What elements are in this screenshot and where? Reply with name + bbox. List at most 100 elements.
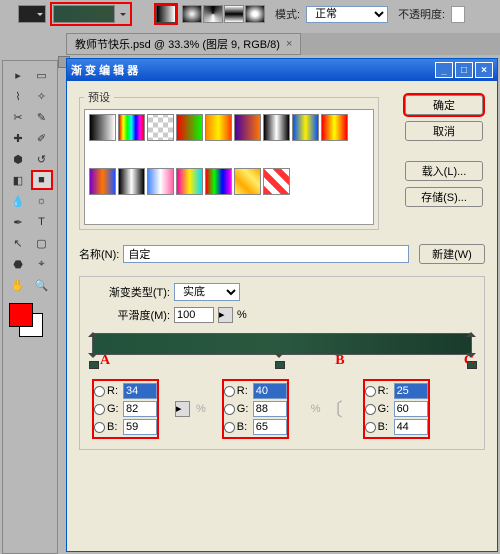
opacity-stop-left[interactable] (88, 323, 98, 333)
eyedropper-tool[interactable]: ✎ (31, 107, 53, 127)
wand-tool[interactable]: ✧ (31, 86, 53, 106)
preset-swatch[interactable] (321, 114, 348, 141)
pen-tool[interactable]: ✒ (7, 212, 29, 232)
healing-tool[interactable]: ✚ (7, 128, 29, 148)
pct-ghost-b: % (311, 403, 321, 415)
eraser-tool[interactable]: ◧ (7, 170, 29, 190)
radio-r-b[interactable] (224, 386, 235, 397)
preset-swatch[interactable] (89, 114, 116, 141)
preset-swatch[interactable] (263, 114, 290, 141)
move-tool[interactable]: ▸ (7, 65, 29, 85)
shape-tool[interactable]: ▢ (31, 233, 53, 253)
ok-button[interactable]: 确定 (405, 95, 483, 115)
preset-swatch[interactable] (176, 114, 203, 141)
opacity-input[interactable] (451, 6, 465, 23)
lasso-tool[interactable]: ⌇ (7, 86, 29, 106)
g-label: G: (107, 403, 121, 415)
b-input-c[interactable] (394, 419, 428, 435)
radio-r-c[interactable] (365, 386, 376, 397)
tools-panel: ▸ ▭ ⌇ ✧ ✂ ✎ ✚ ✐ ⬢ ↺ ◧ ■ 💧 ☼ ✒ T ↖ ▢ ⬣ ⌖ … (2, 60, 58, 554)
minimize-icon[interactable]: _ (435, 62, 453, 78)
path-select-tool[interactable]: ↖ (7, 233, 29, 253)
preset-swatch[interactable] (205, 168, 232, 195)
close-icon[interactable]: × (475, 62, 493, 78)
gradient-name-input[interactable] (123, 245, 409, 263)
radio-g-a[interactable] (94, 404, 105, 415)
stamp-tool[interactable]: ⬢ (7, 149, 29, 169)
presets-list[interactable] (84, 109, 374, 225)
radio-b-a[interactable] (94, 422, 105, 433)
radio-b-c[interactable] (365, 422, 376, 433)
linear-gradient-button[interactable] (156, 5, 176, 23)
marquee-tool[interactable]: ▭ (31, 65, 53, 85)
opacity-label: 不透明度: (398, 6, 445, 22)
cancel-button[interactable]: 取消 (405, 121, 483, 141)
new-button[interactable]: 新建(W) (419, 244, 485, 264)
3d-tool[interactable]: ⬣ (7, 254, 29, 274)
rgb-group-c-highlight: R: G: B: (363, 379, 430, 439)
preset-swatch[interactable] (205, 114, 232, 141)
history-brush-tool[interactable]: ↺ (31, 149, 53, 169)
rgb-group-c: R: G: B: (365, 383, 428, 435)
g-input-b[interactable] (253, 401, 287, 417)
diamond-gradient-button[interactable] (245, 5, 265, 23)
angle-gradient-button[interactable] (203, 5, 223, 23)
color-stop-a[interactable] (88, 357, 98, 367)
b-input-b[interactable] (253, 419, 287, 435)
pct-ghost-a: % (196, 403, 206, 415)
r-input-b[interactable] (253, 383, 287, 399)
preset-swatch[interactable] (118, 114, 145, 141)
preset-swatch[interactable] (176, 168, 203, 195)
foreground-color[interactable] (9, 303, 33, 327)
radio-g-b[interactable] (224, 404, 235, 415)
preset-swatch[interactable] (118, 168, 145, 195)
maximize-icon[interactable]: □ (455, 62, 473, 78)
reflected-gradient-button[interactable] (224, 5, 244, 23)
smoothness-input[interactable] (174, 307, 214, 323)
blur-tool[interactable]: 💧 (7, 191, 29, 211)
g-input-a[interactable] (123, 401, 157, 417)
gradient-picker[interactable] (53, 5, 115, 23)
save-button[interactable]: 存储(S)... (405, 187, 483, 207)
r-input-a[interactable] (123, 383, 157, 399)
preset-swatch[interactable] (147, 168, 174, 195)
b-input-a[interactable] (123, 419, 157, 435)
preset-swatch[interactable] (234, 168, 261, 195)
crop-tool[interactable]: ✂ (7, 107, 29, 127)
blend-mode-select[interactable]: 正常 (306, 6, 388, 23)
opacity-stop-right[interactable] (466, 323, 476, 333)
preset-swatch[interactable] (263, 168, 290, 195)
dialog-titlebar[interactable]: 渐 变 编 辑 器 _ □ × (67, 59, 497, 81)
smoothness-stepper[interactable]: ▸ (218, 307, 233, 323)
g-input-c[interactable] (394, 401, 428, 417)
gradient-swatch-highlight (50, 2, 132, 26)
preset-swatch[interactable] (234, 114, 261, 141)
name-label: 名称(N): (79, 246, 119, 262)
preset-swatch[interactable] (89, 168, 116, 195)
load-button[interactable]: 载入(L)... (405, 161, 483, 181)
r-input-c[interactable] (394, 383, 428, 399)
tool-preset-dropdown[interactable] (18, 5, 46, 23)
presets-group: 预设 (79, 89, 379, 230)
preset-swatch[interactable] (147, 114, 174, 141)
gradient-preview-bar[interactable] (92, 333, 472, 355)
document-tab[interactable]: 教师节快乐.psd @ 33.3% (图层 9, RGB/8) × (66, 33, 301, 55)
camera-tool[interactable]: ⌖ (31, 254, 53, 274)
radio-g-c[interactable] (365, 404, 376, 415)
brush-tool[interactable]: ✐ (31, 128, 53, 148)
close-tab-icon[interactable]: × (286, 38, 292, 50)
gradient-tool[interactable]: ■ (31, 170, 53, 190)
pos-stepper-a[interactable]: ▸ (175, 401, 190, 417)
gradient-type-select[interactable]: 实底 (174, 283, 240, 301)
dialog-title: 渐 变 编 辑 器 (71, 62, 435, 78)
zoom-tool[interactable]: 🔍 (31, 275, 53, 295)
preset-swatch[interactable] (292, 114, 319, 141)
hand-tool[interactable]: ✋ (7, 275, 29, 295)
dodge-tool[interactable]: ☼ (31, 191, 53, 211)
color-stop-b[interactable] (274, 357, 284, 367)
r-label: R: (107, 385, 121, 397)
type-tool[interactable]: T (31, 212, 53, 232)
radial-gradient-button[interactable] (182, 5, 202, 23)
radio-b-b[interactable] (224, 422, 235, 433)
radio-r-a[interactable] (94, 386, 105, 397)
